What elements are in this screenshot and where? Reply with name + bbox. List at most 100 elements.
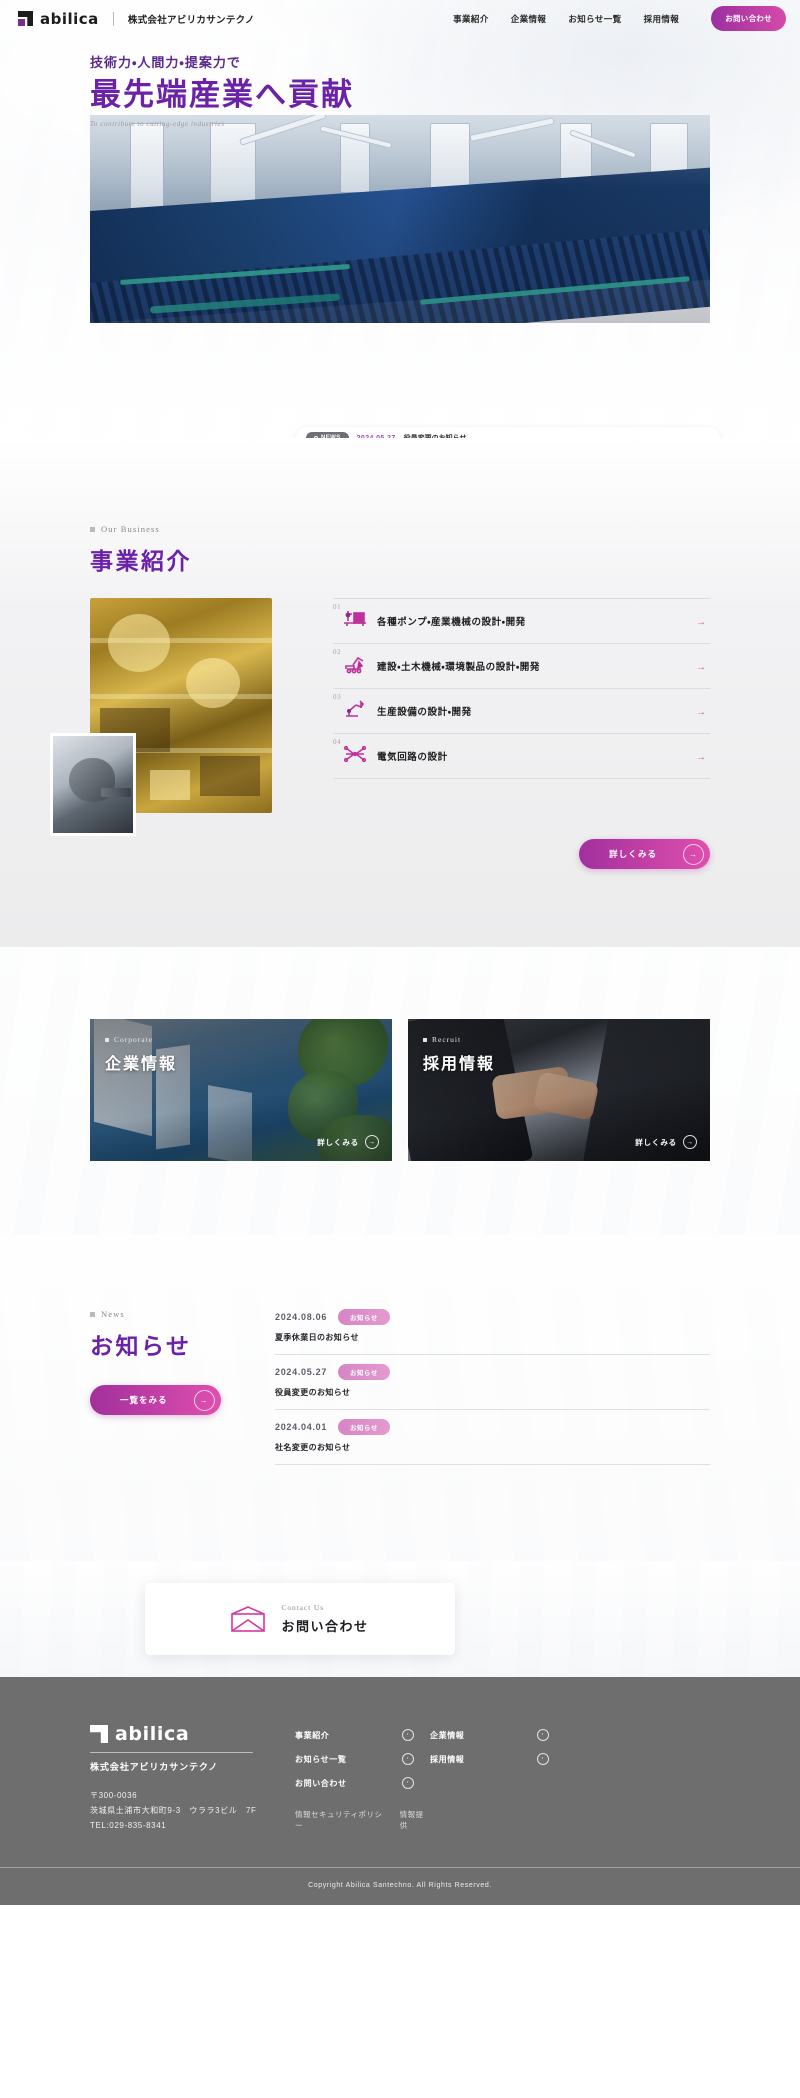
card-corporate[interactable]: Corporate 企業情報 詳しくみる → [90,1019,392,1161]
news-ticker-text: 役員変更のお知らせ [404,433,467,438]
card-recruit-eyebrow: Recruit [423,1035,495,1044]
card-corporate-title: 企業情報 [105,1056,178,1073]
news-item-date: 2024.08.06 [275,1312,328,1322]
nav-item-news[interactable]: お知らせ一覧 [568,13,621,25]
business-section: Our Business 事業紹介 01 各種ポンプ・産業機械の設計・開発 → … [0,438,800,947]
business-item-01[interactable]: 01 各種ポンプ・産業機械の設計・開発 → [333,598,710,644]
news-item-date: 2024.04.01 [275,1422,328,1432]
footer-link-label: 企業情報 [430,1730,465,1740]
footer-sublink-security-policy[interactable]: 情報セキュリティポリシー [295,1809,386,1831]
contact-button[interactable]: お問い合わせ [711,6,786,31]
news-title: お知らせ [90,1333,192,1359]
company-name-jp: 株式会社アビリカサンテクノ [127,14,255,26]
news-list-item[interactable]: 2024.05.27 お知らせ 役員変更のお知らせ [275,1355,710,1410]
dot-circle-icon: · [402,1753,414,1765]
dot-circle-icon: · [402,1777,414,1789]
business-item-02[interactable]: 02 建設・土木機械・環境製品の設計・開発 → [333,644,710,689]
site-footer: abilica 株式会社アビリカサンテクノ 〒300-0036 茨城県土浦市大和… [0,1677,800,1906]
footer-company-block: abilica 株式会社アビリカサンテクノ 〒300-0036 茨城県土浦市大和… [90,1723,285,1833]
footer-address: 茨城県土浦市大和町9-3 ウララ3ビル 7F [90,1805,257,1815]
business-item-label: 各種ポンプ・産業機械の設計・開発 [377,617,526,628]
square-bullet-icon [90,526,95,532]
news-item-meta: 2024.04.01 お知らせ [275,1419,710,1435]
news-ticker[interactable]: NEWS 2024.05.27 役員変更のお知らせ [296,427,720,438]
news-eyebrow: News [90,1309,265,1319]
footer-divider [90,1752,253,1753]
contact-title: お問い合わせ [281,1619,369,1634]
nav-item-recruit[interactable]: 採用情報 [644,13,680,25]
square-bullet-icon [105,1037,109,1042]
news-list-button[interactable]: 一覧をみる → [90,1385,221,1415]
nav-item-business[interactable]: 事業紹介 [453,13,489,25]
hero-title: 最先端産業へ貢献 [90,77,354,112]
hero-section: abilica 株式会社アビリカサンテクノ 事業紹介 企業情報 お知らせ一覧 採… [0,0,800,438]
contact-eyebrow: Contact Us [281,1603,325,1612]
news-cta-wrap: 一覧をみる → [90,1385,265,1415]
business-item-number: 04 [333,738,342,746]
news-item-title: 社名変更のお知らせ [275,1443,351,1452]
site-header: abilica 株式会社アビリカサンテクノ 事業紹介 企業情報 お知らせ一覧 採… [0,0,800,37]
contact-zone: Contact Us お問い合わせ [0,1561,800,1677]
contact-card[interactable]: Contact Us お問い合わせ [145,1583,455,1655]
footer-inner: abilica 株式会社アビリカサンテクノ 〒300-0036 茨城県土浦市大和… [0,1723,800,1833]
footer-navigation: 事業紹介 · お知らせ一覧 · お問い合わせ · 情報セキュリティポリシー 情報… [295,1723,710,1833]
footer-sublink-info[interactable]: 情報提供 [400,1809,430,1831]
news-list-item[interactable]: 2024.04.01 お知らせ 社名変更のお知らせ [275,1410,710,1465]
news-list-item[interactable]: 2024.08.06 お知らせ 夏季休業日のお知らせ [275,1309,710,1355]
hero-image-shade [90,115,710,323]
card-recruit-title: 採用情報 [423,1056,496,1073]
business-images [50,598,275,836]
business-title: 事業紹介 [90,548,192,574]
card-corporate-eyebrow: Corporate [105,1035,177,1044]
business-item-label: 生産設備の設計・開発 [377,707,472,718]
footer-link-business[interactable]: 事業紹介 · [295,1723,430,1747]
dot-circle-icon: · [537,1729,549,1741]
card-corporate-body: Corporate 企業情報 [105,1035,177,1074]
footer-company-name: 株式会社アビリカサンテクノ [90,1762,219,1772]
brand-logo[interactable]: abilica 株式会社アビリカサンテクノ [18,10,255,28]
cards-row: Corporate 企業情報 詳しくみる → Recruit 採用情報 詳しくみ… [0,1019,800,1161]
news-section: News お知らせ 一覧をみる → 2024.08.06 お知らせ 夏季休業日の… [0,1235,800,1561]
arrow-right-icon: → [696,707,706,718]
business-item-04[interactable]: 04 電気回路の設計 → [333,734,710,779]
card-recruit-eyebrow-label: Recruit [432,1035,462,1044]
arrow-right-icon: → [193,1389,215,1411]
cards-section: Corporate 企業情報 詳しくみる → Recruit 採用情報 詳しくみ… [0,947,800,1235]
footer-link-contact[interactable]: お問い合わせ · [295,1771,430,1795]
footer-postal-code: 〒300-0036 [90,1791,138,1800]
news-item-meta: 2024.08.06 お知らせ [275,1309,710,1325]
abilica-logo-icon [18,11,33,26]
business-item-03[interactable]: 03 生産設備の設計・開発 → [333,689,710,734]
arrow-right-icon: → [696,617,706,628]
arrow-right-icon: → [683,1135,697,1149]
card-corporate-more[interactable]: 詳しくみる → [317,1135,379,1149]
footer-link-label: お問い合わせ [295,1778,347,1788]
main-navigation: 事業紹介 企業情報 お知らせ一覧 採用情報 お問い合わせ [453,6,786,31]
business-detail-button[interactable]: 詳しくみる → [579,839,710,869]
footer-link-label: 事業紹介 [295,1730,330,1740]
nav-item-corporate[interactable]: 企業情報 [511,13,547,25]
business-heading: Our Business 事業紹介 [0,524,800,576]
footer-link-news[interactable]: お知らせ一覧 · [295,1747,430,1771]
arrow-right-icon: → [696,662,706,673]
mail-icon [231,1606,266,1632]
dot-circle-icon: · [537,1753,549,1765]
news-dot-icon [314,436,318,438]
card-recruit[interactable]: Recruit 採用情報 詳しくみる → [408,1019,710,1161]
footer-address-block: 〒300-0036 茨城県土浦市大和町9-3 ウララ3ビル 7F TEL:029… [90,1789,285,1833]
footer-link-recruit[interactable]: 採用情報 · [430,1747,565,1771]
logo-wordmark: abilica [40,9,99,28]
dot-circle-icon: · [402,1729,414,1741]
business-sub-image [50,733,136,836]
news-item-title: 役員変更のお知らせ [275,1388,351,1397]
business-item-number: 02 [333,648,342,656]
business-item-label: 建設・土木機械・環境製品の設計・開発 [377,662,540,673]
business-content: 01 各種ポンプ・産業機械の設計・開発 → 02 建設・土木機械・環境製品の設計… [0,598,800,836]
card-recruit-more[interactable]: 詳しくみる → [635,1135,697,1149]
footer-link-corporate[interactable]: 企業情報 · [430,1723,565,1747]
page-root: abilica 株式会社アビリカサンテクノ 事業紹介 企業情報 お知らせ一覧 採… [0,0,800,1906]
footer-telephone: TEL:029-835-8341 [90,1820,167,1830]
footer-column-1: 事業紹介 · お知らせ一覧 · お問い合わせ · 情報セキュリティポリシー 情報… [295,1723,430,1833]
hero-subtitle: 技術力・人間力・提案力で [90,55,241,70]
footer-logo[interactable]: abilica [90,1723,285,1745]
